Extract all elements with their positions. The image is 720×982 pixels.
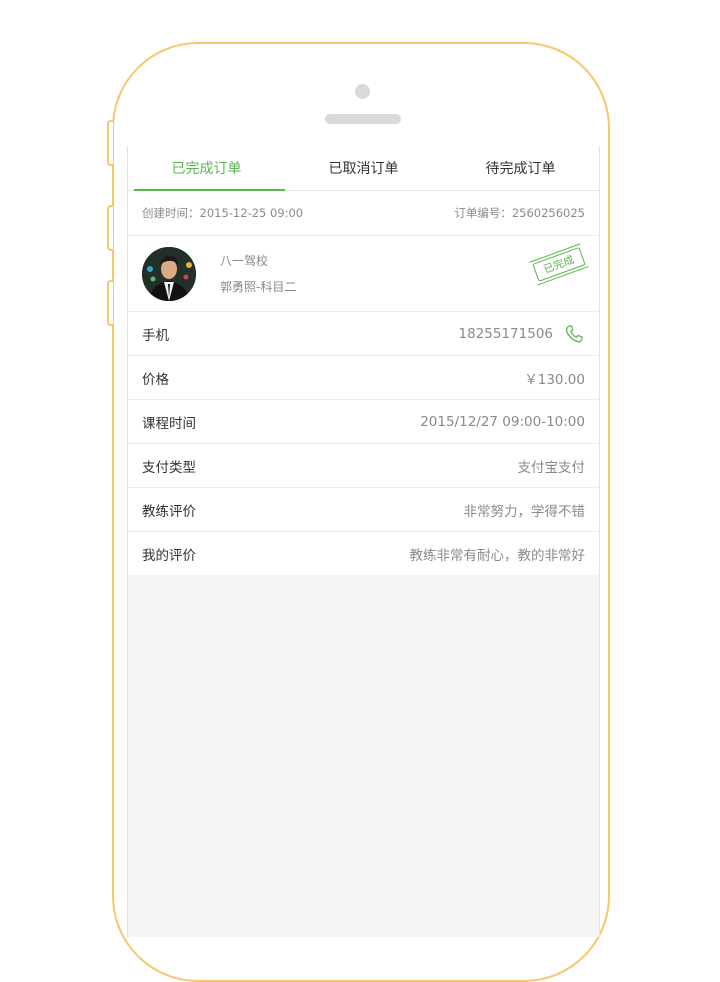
app-screen: 已完成订单 已取消订单 待完成订单 创建时间：2015-12-25 09:00 … xyxy=(127,146,600,937)
completed-stamp: 已完成 xyxy=(531,247,585,282)
detail-row-my-review: 我的评价 教练非常有耐心，教的非常好 xyxy=(128,532,599,575)
driving-school: 八一驾校 xyxy=(220,254,269,268)
phone-speaker xyxy=(325,114,401,124)
tab-cancelled[interactable]: 已取消订单 xyxy=(285,146,442,190)
phone-side-button xyxy=(107,120,113,166)
detail-label: 手机 xyxy=(142,327,169,344)
coach-card[interactable]: 八一驾校 郭勇照-科目二 已完成 xyxy=(128,236,599,312)
detail-value: 教练非常有耐心，教的非常好 xyxy=(409,547,586,564)
order-details: 手机 18255171506 价格 ￥130.00 课程时间 2015/12/2… xyxy=(128,312,599,575)
detail-value: 支付宝支付 xyxy=(517,459,586,476)
detail-label: 教练评价 xyxy=(142,503,196,520)
phone-side-button xyxy=(107,205,113,251)
order-number: 订单编号：2560256025 xyxy=(454,206,585,220)
order-meta: 创建时间：2015-12-25 09:00 订单编号：2560256025 xyxy=(128,191,599,236)
created-time: 创建时间：2015-12-25 09:00 xyxy=(142,206,304,220)
order-tabs: 已完成订单 已取消订单 待完成订单 xyxy=(128,146,599,191)
coach-info: 八一驾校 郭勇照-科目二 xyxy=(220,252,296,295)
detail-value: 18255171506 xyxy=(459,323,585,345)
detail-label: 价格 xyxy=(142,371,169,388)
phone-camera xyxy=(355,84,370,99)
avatar xyxy=(142,246,196,301)
detail-value: ￥130.00 xyxy=(524,371,585,388)
phone-side-button xyxy=(107,280,113,326)
detail-row-payment: 支付类型 支付宝支付 xyxy=(128,444,599,488)
coach-photo-icon xyxy=(142,246,196,301)
detail-value: 2015/12/27 09:00-10:00 xyxy=(420,413,585,430)
detail-row-coach-review: 教练评价 非常努力，学得不错 xyxy=(128,488,599,532)
detail-label: 支付类型 xyxy=(142,459,196,476)
detail-row-phone: 手机 18255171506 xyxy=(128,312,599,356)
detail-row-price: 价格 ￥130.00 xyxy=(128,356,599,400)
tab-completed[interactable]: 已完成订单 xyxy=(128,146,285,191)
tab-pending[interactable]: 待完成订单 xyxy=(442,146,599,190)
detail-label: 课程时间 xyxy=(142,415,196,432)
coach-name-subject: 郭勇照-科目二 xyxy=(220,280,297,294)
phone-icon[interactable] xyxy=(563,323,585,345)
detail-row-course-time: 课程时间 2015/12/27 09:00-10:00 xyxy=(128,400,599,444)
phone-number: 18255171506 xyxy=(458,325,553,342)
detail-label: 我的评价 xyxy=(142,547,196,564)
detail-value: 非常努力，学得不错 xyxy=(463,503,586,520)
